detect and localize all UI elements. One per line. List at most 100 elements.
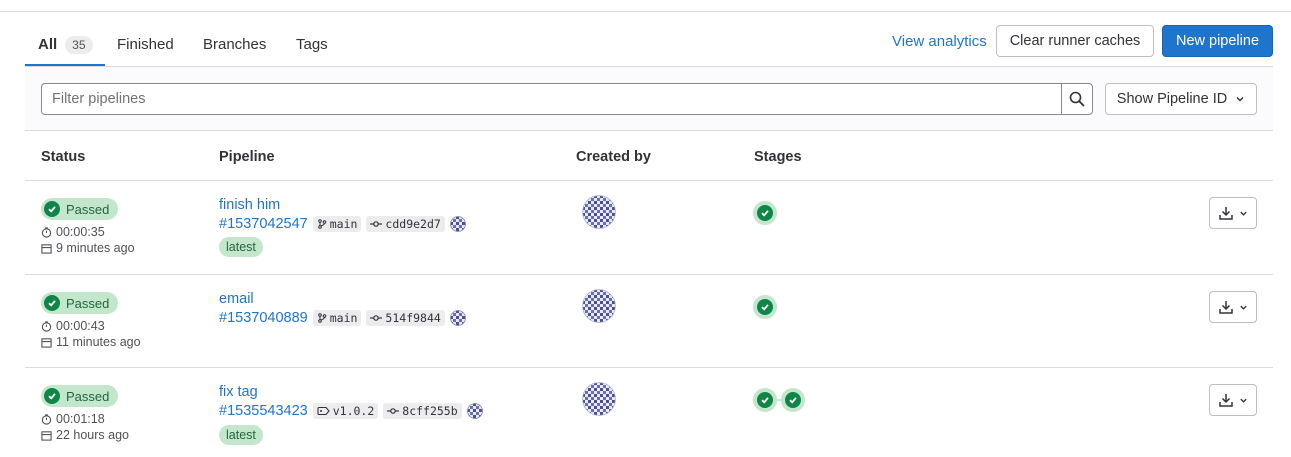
avatar[interactable] xyxy=(582,195,616,229)
status-label: Passed xyxy=(66,388,110,404)
ref-label: v1.0.2 xyxy=(332,404,375,418)
show-pipeline-id-dropdown[interactable]: Show Pipeline ID xyxy=(1105,83,1257,115)
column-header-stages: Stages xyxy=(754,149,802,165)
commit-icon xyxy=(387,408,400,414)
branch-icon xyxy=(317,313,327,323)
branch-icon xyxy=(317,219,327,229)
pipeline-title-link[interactable]: fix tag xyxy=(219,384,258,400)
finished-value: 22 hours ago xyxy=(56,428,129,442)
commit-sha: 8cff255b xyxy=(402,404,458,418)
commit-author-avatar[interactable] xyxy=(466,403,483,419)
finished-value: 11 minutes ago xyxy=(56,335,141,349)
commit-icon xyxy=(370,315,383,321)
pipeline-info: #1537042547 main cdd9e2d7 xyxy=(219,216,466,232)
commit-author-avatar[interactable] xyxy=(449,216,466,232)
view-analytics-link[interactable]: View analytics xyxy=(892,33,987,50)
latest-badge: latest xyxy=(219,425,263,445)
tag-ref-chip[interactable]: v1.0.2 xyxy=(312,403,379,419)
pipeline-info: #1537040889 main 514f9844 xyxy=(219,310,466,326)
pipeline-id-link[interactable]: #1535543423 xyxy=(219,403,308,419)
commit-icon xyxy=(370,221,383,227)
check-circle-icon xyxy=(44,388,60,404)
filter-pipelines-input[interactable] xyxy=(41,83,1062,115)
branch-ref-chip[interactable]: main xyxy=(312,216,362,232)
pipeline-title-link[interactable]: finish him xyxy=(219,197,280,213)
pipeline-id-link[interactable]: #1537040889 xyxy=(219,310,308,326)
commit-author-avatar[interactable] xyxy=(449,310,466,326)
commit-sha-chip[interactable]: cdd9e2d7 xyxy=(366,216,445,232)
active-tab-indicator xyxy=(25,64,105,66)
duration: 00:00:43 xyxy=(41,319,105,333)
status-badge[interactable]: Passed xyxy=(41,292,119,314)
calendar-icon xyxy=(41,430,52,441)
search-icon xyxy=(1069,91,1085,107)
finished-time: 9 minutes ago xyxy=(41,241,135,255)
calendar-icon xyxy=(41,243,52,254)
pipeline-title-link[interactable]: email xyxy=(219,291,254,307)
tab-finished[interactable]: Finished xyxy=(117,22,174,67)
filter-bar: Show Pipeline ID xyxy=(25,67,1273,131)
pipeline-id-link[interactable]: #1537042547 xyxy=(219,216,308,232)
duration: 00:00:35 xyxy=(41,225,105,239)
tag-icon xyxy=(317,406,330,416)
download-artifacts-button[interactable] xyxy=(1209,384,1257,416)
status-badge[interactable]: Passed xyxy=(41,385,119,407)
download-artifacts-button[interactable] xyxy=(1209,291,1257,323)
check-circle-icon xyxy=(44,295,60,311)
table-row: Passed 00:01:18 22 hours ago fix tag #15… xyxy=(25,368,1273,457)
table-row: Passed 00:00:35 9 minutes ago finish him… xyxy=(25,181,1273,275)
status-label: Passed xyxy=(66,201,110,217)
chevron-down-icon xyxy=(1236,96,1244,102)
check-circle-icon xyxy=(44,201,60,217)
avatar[interactable] xyxy=(582,289,616,323)
duration-value: 00:00:35 xyxy=(56,225,105,239)
latest-badge: latest xyxy=(219,237,263,257)
commit-sha: cdd9e2d7 xyxy=(385,217,441,231)
ref-label: main xyxy=(329,311,358,325)
commit-sha-chip[interactable]: 8cff255b xyxy=(383,403,462,419)
tab-branches[interactable]: Branches xyxy=(203,22,266,67)
finished-time: 11 minutes ago xyxy=(41,335,141,349)
timer-icon xyxy=(41,413,52,425)
timer-icon xyxy=(41,226,52,238)
duration-value: 00:00:43 xyxy=(56,319,105,333)
column-header-pipeline: Pipeline xyxy=(219,149,275,165)
column-header-status: Status xyxy=(41,149,86,165)
stage-passed-icon[interactable] xyxy=(753,388,777,412)
download-icon xyxy=(1218,301,1233,314)
tab-all-count-badge: 35 xyxy=(65,35,93,54)
tab-all[interactable]: All 35 xyxy=(38,22,93,67)
stage-passed-icon[interactable] xyxy=(781,388,805,412)
clear-runner-caches-button[interactable]: Clear runner caches xyxy=(996,25,1154,57)
duration-value: 00:01:18 xyxy=(56,412,105,426)
pipeline-info: #1535543423 v1.0.2 8cff255b xyxy=(219,403,483,419)
commit-sha-chip[interactable]: 514f9844 xyxy=(366,310,445,326)
chevron-down-icon xyxy=(1239,398,1247,403)
duration: 00:01:18 xyxy=(41,412,105,426)
top-divider xyxy=(0,11,1291,12)
download-artifacts-button[interactable] xyxy=(1209,197,1257,229)
table-row: Passed 00:00:43 11 minutes ago email #15… xyxy=(25,275,1273,369)
finished-value: 9 minutes ago xyxy=(56,241,135,255)
download-icon xyxy=(1218,394,1233,407)
ref-label: main xyxy=(329,217,358,231)
download-icon xyxy=(1218,207,1233,220)
finished-time: 22 hours ago xyxy=(41,428,129,442)
status-label: Passed xyxy=(66,295,110,311)
commit-sha: 514f9844 xyxy=(385,311,441,325)
search-button[interactable] xyxy=(1061,83,1093,115)
status-badge[interactable]: Passed xyxy=(41,198,119,220)
branch-ref-chip[interactable]: main xyxy=(312,310,362,326)
stage-passed-icon[interactable] xyxy=(753,201,777,225)
new-pipeline-button[interactable]: New pipeline xyxy=(1162,25,1273,57)
calendar-icon xyxy=(41,337,52,348)
tab-all-label: All xyxy=(38,36,58,53)
chevron-down-icon xyxy=(1239,305,1247,310)
stage-passed-icon[interactable] xyxy=(753,295,777,319)
avatar[interactable] xyxy=(582,382,616,416)
show-pipeline-id-label: Show Pipeline ID xyxy=(1116,91,1228,107)
tab-tags[interactable]: Tags xyxy=(296,22,328,67)
chevron-down-icon xyxy=(1239,211,1247,216)
timer-icon xyxy=(41,320,52,332)
column-header-created-by: Created by xyxy=(576,149,651,165)
